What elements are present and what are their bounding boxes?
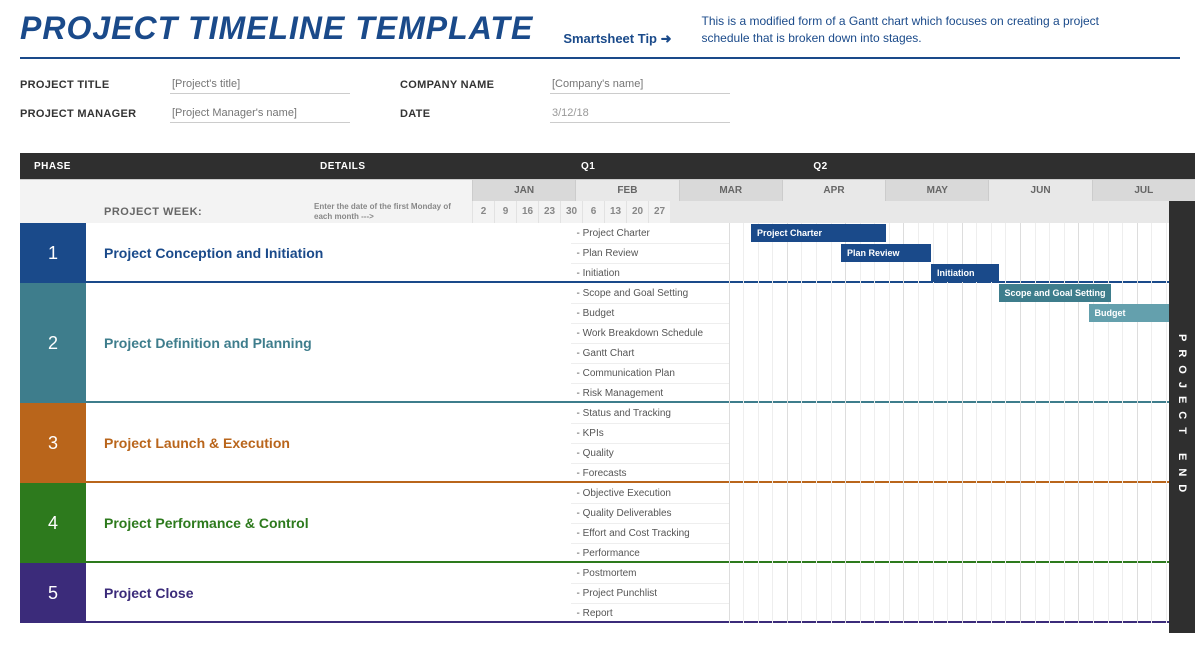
phase-name: Project Launch & Execution — [86, 403, 571, 483]
detail-item: - Risk Management — [571, 383, 729, 403]
meta-form: PROJECT TITLE PROJECT MANAGER COMPANY NA… — [20, 59, 1180, 153]
header: PROJECT TIMELINE TEMPLATE Smartsheet Tip… — [20, 0, 1180, 59]
project-end-label: PROJECT END — [1169, 201, 1195, 633]
date-label: DATE — [400, 108, 530, 120]
week-cell[interactable]: 6 — [582, 201, 604, 223]
col-header-q1: Q1 — [472, 161, 704, 172]
phase-number: 4 — [20, 483, 86, 563]
gantt-bar[interactable]: Initiation — [931, 264, 999, 282]
phase-row: 4Project Performance & Control- Objectiv… — [20, 483, 1195, 563]
phase-name: Project Definition and Planning — [86, 283, 571, 403]
header-description: This is a modified form of a Gantt chart… — [702, 13, 1142, 47]
week-cell[interactable]: 2 — [472, 201, 494, 223]
detail-item: - Scope and Goal Setting — [571, 283, 729, 303]
detail-item: - Project Charter — [571, 223, 729, 243]
detail-item: - Performance — [571, 543, 729, 563]
week-cell[interactable]: 30 — [560, 201, 582, 223]
company-name-field[interactable] — [550, 75, 730, 94]
week-row: PROJECT WEEK: Enter the date of the firs… — [20, 201, 1195, 223]
col-header-phase: PHASE — [20, 161, 86, 172]
detail-item: - Initiation — [571, 263, 729, 283]
project-manager-field[interactable] — [170, 104, 350, 123]
month-cell: MAR — [679, 180, 782, 201]
month-cell: APR — [782, 180, 885, 201]
detail-item: - Project Punchlist — [571, 583, 729, 603]
week-cell[interactable]: 9 — [494, 201, 516, 223]
detail-item: - Status and Tracking — [571, 403, 729, 423]
project-manager-label: PROJECT MANAGER — [20, 108, 150, 120]
detail-item: - Postmortem — [571, 563, 729, 583]
week-hint: Enter the date of the first Monday of ea… — [314, 201, 472, 223]
phase-name: Project Conception and Initiation — [86, 223, 571, 283]
week-cell[interactable]: 27 — [648, 201, 670, 223]
page-title: PROJECT TIMELINE TEMPLATE — [20, 10, 533, 47]
detail-item: - KPIs — [571, 423, 729, 443]
smartsheet-tip-link[interactable]: Smartsheet Tip ➜ — [563, 31, 671, 47]
table-header: PHASE DETAILS Q1 Q2 — [20, 153, 1195, 179]
detail-item: - Forecasts — [571, 463, 729, 483]
detail-item: - Quality Deliverables — [571, 503, 729, 523]
gantt-bar[interactable]: Project Charter — [751, 224, 886, 242]
detail-item: - Plan Review — [571, 243, 729, 263]
week-cell[interactable]: 23 — [538, 201, 560, 223]
phase-row: 2Project Definition and Planning- Scope … — [20, 283, 1195, 403]
phase-row: 3Project Launch & Execution- Status and … — [20, 403, 1195, 483]
week-cell[interactable]: 13 — [604, 201, 626, 223]
project-title-label: PROJECT TITLE — [20, 79, 150, 91]
phase-number: 3 — [20, 403, 86, 483]
detail-item: - Report — [571, 603, 729, 623]
col-header-q2: Q2 — [704, 161, 936, 172]
detail-item: - Quality — [571, 443, 729, 463]
gantt-bar[interactable]: Scope and Goal Setting — [999, 284, 1112, 302]
project-week-label: PROJECT WEEK: — [86, 201, 314, 223]
detail-item: - Objective Execution — [571, 483, 729, 503]
phase-number: 5 — [20, 563, 86, 623]
phase-row: 1Project Conception and Initiation- Proj… — [20, 223, 1195, 283]
phase-number: 2 — [20, 283, 86, 403]
phase-row: 5Project Close- Postmortem- Project Punc… — [20, 563, 1195, 623]
month-cell: MAY — [885, 180, 988, 201]
gantt-bar[interactable]: Plan Review — [841, 244, 931, 262]
gantt-bar[interactable]: Budget — [1089, 304, 1179, 322]
month-cell: JUL — [1092, 180, 1195, 201]
detail-item: - Effort and Cost Tracking — [571, 523, 729, 543]
month-cell: JUN — [988, 180, 1091, 201]
phase-name: Project Close — [86, 563, 571, 623]
detail-item: - Budget — [571, 303, 729, 323]
month-cell: FEB — [575, 180, 678, 201]
phase-number: 1 — [20, 223, 86, 283]
detail-item: - Communication Plan — [571, 363, 729, 383]
company-name-label: COMPANY NAME — [400, 79, 530, 91]
month-row: JANFEBMARAPRMAYJUNJUL — [20, 179, 1195, 201]
project-title-field[interactable] — [170, 75, 350, 94]
detail-item: - Gantt Chart — [571, 343, 729, 363]
col-header-details: DETAILS — [314, 161, 472, 172]
gantt-chart: PHASE DETAILS Q1 Q2 JANFEBMARAPRMAYJUNJU… — [20, 153, 1195, 623]
phase-name: Project Performance & Control — [86, 483, 571, 563]
week-cell[interactable]: 20 — [626, 201, 648, 223]
detail-item: - Work Breakdown Schedule — [571, 323, 729, 343]
week-cell[interactable]: 16 — [516, 201, 538, 223]
date-field[interactable] — [550, 104, 730, 123]
month-cell: JAN — [472, 180, 575, 201]
